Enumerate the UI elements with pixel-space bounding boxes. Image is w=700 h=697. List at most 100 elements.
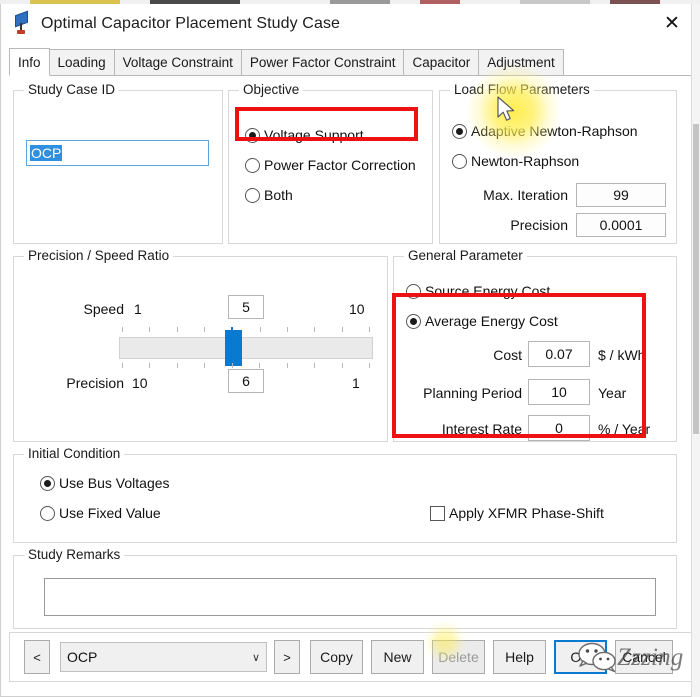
label-max-iteration: Max. Iteration <box>483 187 568 203</box>
speed-max-label: 10 <box>349 301 365 317</box>
label-precision-ratio: Precision <box>66 375 124 391</box>
precision-value-input[interactable]: 6 <box>228 369 264 393</box>
study-remarks-input[interactable] <box>44 578 656 616</box>
capacitor-icon <box>9 10 35 37</box>
group-label-study-remarks: Study Remarks <box>24 547 125 562</box>
radio-label-voltage-support: Voltage Support <box>264 127 364 143</box>
tab-capacitor[interactable]: Capacitor <box>403 49 480 75</box>
background-scrollbar[interactable] <box>691 4 700 697</box>
checkbox-label-apply-xfmr-phase-shift: Apply XFMR Phase-Shift <box>449 505 604 521</box>
planning-period-input[interactable]: 10 <box>528 379 590 405</box>
radio-label-use-bus-voltages: Use Bus Voltages <box>59 475 170 491</box>
precision-input[interactable]: 0.0001 <box>576 213 666 237</box>
dialog-window: Optimal Capacitor Placement Study Case ✕… <box>0 4 700 697</box>
precision-speed-slider[interactable] <box>119 330 373 366</box>
radio-label-source-energy-cost: Source Energy Cost <box>425 283 551 299</box>
label-speed: Speed <box>83 301 124 317</box>
radio-label-adaptive-newton-raphson: Adaptive Newton-Raphson <box>471 123 638 139</box>
radio-voltage-support[interactable]: Voltage Support <box>245 127 364 143</box>
radio-dot-icon <box>245 157 260 173</box>
group-objective: Objective Voltage Support Power Factor C… <box>228 82 433 244</box>
delete-button: Delete <box>432 640 485 674</box>
unit-cost: $ / kWh <box>598 347 646 363</box>
tab-adjustment[interactable]: Adjustment <box>478 49 564 75</box>
tab-power-factor-constraint[interactable]: Power Factor Constraint <box>240 49 405 75</box>
radio-dot-icon <box>452 123 467 139</box>
unit-interest-rate: % / Year <box>598 421 651 437</box>
radio-both[interactable]: Both <box>245 187 293 203</box>
radio-dot-icon <box>452 153 467 169</box>
group-initial-condition: Initial Condition Use Bus Voltages Use F… <box>13 446 677 543</box>
radio-label-newton-raphson: Newton-Raphson <box>471 153 580 169</box>
interest-rate-input[interactable]: 0 <box>528 415 590 441</box>
group-label-objective: Objective <box>239 82 304 97</box>
label-precision: Precision <box>510 217 568 233</box>
precision-max-label: 1 <box>352 375 360 391</box>
radio-dot-icon <box>245 187 260 203</box>
previous-study-case-button[interactable]: < <box>24 640 50 674</box>
group-load-flow-parameters: Load Flow Parameters Adaptive Newton-Rap… <box>439 82 677 244</box>
radio-dot-icon <box>245 127 260 143</box>
cancel-button[interactable]: Cancel <box>615 640 673 674</box>
close-icon[interactable]: ✕ <box>649 6 695 40</box>
group-label-initial-condition: Initial Condition <box>24 446 125 461</box>
group-study-remarks: Study Remarks <box>13 547 677 629</box>
screenshot-root: Optimal Capacitor Placement Study Case ✕… <box>0 0 700 697</box>
label-cost: Cost <box>493 347 522 363</box>
study-case-select-value: OCP <box>67 649 98 665</box>
group-general-parameter: General Parameter Source Energy Cost Ave… <box>393 248 677 442</box>
checkbox-apply-xfmr-phase-shift[interactable]: Apply XFMR Phase-Shift <box>430 505 604 521</box>
radio-use-fixed-value[interactable]: Use Fixed Value <box>40 505 161 521</box>
radio-label-average-energy-cost: Average Energy Cost <box>425 313 558 329</box>
help-button[interactable]: Help <box>493 640 546 674</box>
precision-min-label: 10 <box>132 375 148 391</box>
group-label-study-case-id: Study Case ID <box>24 82 120 97</box>
scrollbar-thumb[interactable] <box>693 124 699 434</box>
ok-button[interactable]: OK <box>554 640 607 674</box>
speed-min-label: 1 <box>134 301 142 317</box>
radio-use-bus-voltages[interactable]: Use Bus Voltages <box>40 475 170 491</box>
unit-planning-period: Year <box>598 385 627 401</box>
tab-voltage-constraint[interactable]: Voltage Constraint <box>113 49 242 75</box>
radio-adaptive-newton-raphson[interactable]: Adaptive Newton-Raphson <box>452 123 638 139</box>
group-study-case-id: Study Case ID OCP <box>13 82 223 244</box>
radio-newton-raphson[interactable]: Newton-Raphson <box>452 153 579 169</box>
group-label-load-flow-parameters: Load Flow Parameters <box>450 82 594 97</box>
radio-dot-icon <box>406 283 421 299</box>
radio-source-energy-cost[interactable]: Source Energy Cost <box>406 283 550 299</box>
tab-strip: Info Loading Voltage Constraint Power Fa… <box>9 48 691 76</box>
copy-button[interactable]: Copy <box>310 640 363 674</box>
radio-dot-icon <box>406 313 421 329</box>
radio-average-energy-cost[interactable]: Average Energy Cost <box>406 313 558 329</box>
bottom-action-bar: < OCP ∨ > Copy New Delete Help OK Cancel <box>9 632 693 682</box>
label-interest-rate: Interest Rate <box>441 421 522 437</box>
group-label-precision-speed-ratio: Precision / Speed Ratio <box>24 248 174 263</box>
radio-label-power-factor-correction: Power Factor Correction <box>264 157 416 173</box>
max-iteration-input[interactable]: 99 <box>576 183 666 207</box>
label-planning-period: Planning Period <box>423 385 522 401</box>
radio-dot-icon <box>40 505 55 521</box>
tab-loading[interactable]: Loading <box>48 49 115 75</box>
checkbox-box-icon <box>430 505 445 521</box>
slider-thumb[interactable] <box>225 330 242 366</box>
window-title: Optimal Capacitor Placement Study Case <box>41 15 341 32</box>
new-button[interactable]: New <box>371 640 424 674</box>
title-bar: Optimal Capacitor Placement Study Case ✕ <box>1 4 699 44</box>
cost-input[interactable]: 0.07 <box>528 341 590 367</box>
group-precision-speed-ratio: Precision / Speed Ratio Speed 1 5 10 Pre… <box>13 248 388 442</box>
radio-power-factor-correction[interactable]: Power Factor Correction <box>245 157 416 173</box>
tab-info[interactable]: Info <box>9 48 50 76</box>
slider-ticks-bottom <box>122 363 370 368</box>
slider-ticks-top <box>122 327 370 332</box>
study-case-id-input[interactable]: OCP <box>26 140 209 166</box>
group-label-general-parameter: General Parameter <box>404 248 527 263</box>
chevron-down-icon: ∨ <box>251 651 260 664</box>
next-study-case-button[interactable]: > <box>274 640 300 674</box>
radio-label-use-fixed-value: Use Fixed Value <box>59 505 161 521</box>
radio-label-both: Both <box>264 187 293 203</box>
tab-panel-info: Study Case ID OCP Objective Voltage Supp… <box>9 76 693 690</box>
study-case-id-value: OCP <box>30 145 63 161</box>
study-case-select[interactable]: OCP ∨ <box>60 642 267 672</box>
speed-value-input[interactable]: 5 <box>228 295 264 319</box>
radio-dot-icon <box>40 475 55 491</box>
